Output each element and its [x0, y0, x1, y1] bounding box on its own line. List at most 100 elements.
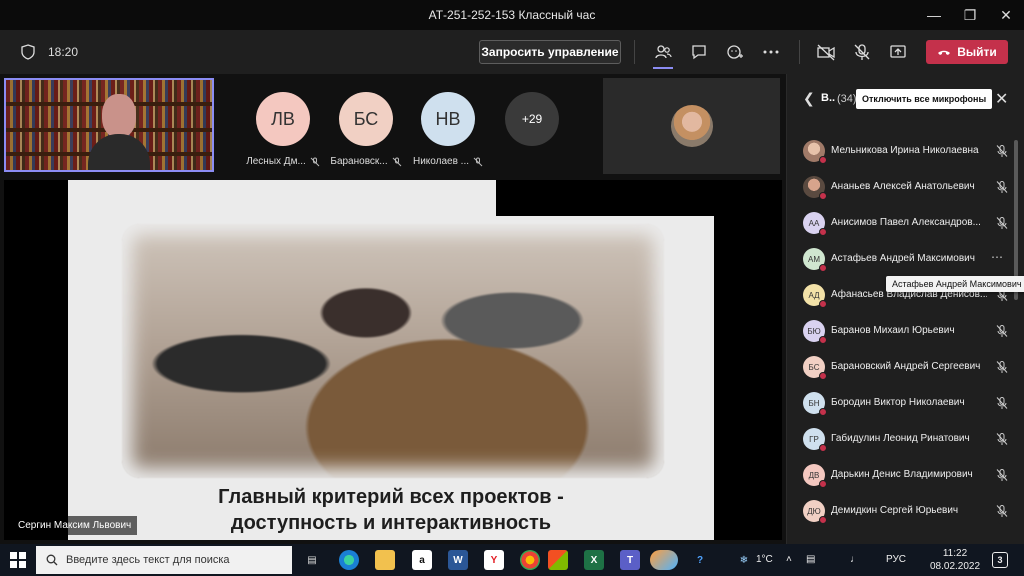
- title-bar: АТ-251-252-153 Классный час — ❐ ✕: [0, 0, 1024, 30]
- list-item[interactable]: ДВ Дарькин Денис Владимирович: [787, 458, 1024, 494]
- list-item[interactable]: БЮ Баранов Михаил Юрьевич: [787, 314, 1024, 350]
- teams-icon[interactable]: T: [620, 550, 640, 570]
- close-icon[interactable]: ✕: [988, 0, 1024, 30]
- restore-icon[interactable]: ❐: [952, 0, 988, 30]
- reactions-icon[interactable]: [723, 40, 747, 64]
- participant-name: Мельникова Ирина Николаевна: [831, 145, 979, 156]
- list-item[interactable]: АА Анисимов Павел Александров...: [787, 206, 1024, 242]
- amazon-icon[interactable]: a: [412, 550, 432, 570]
- share-screen-icon[interactable]: [886, 40, 910, 64]
- edge-icon[interactable]: [339, 550, 359, 570]
- camera-off-icon[interactable]: [814, 40, 838, 64]
- meeting-timer: 18:20: [48, 45, 79, 59]
- list-item[interactable]: Ананьев Алексей Анатольевич: [787, 170, 1024, 206]
- list-item[interactable]: АМ Астафьев Андрей Максимович ⋯: [787, 242, 1024, 278]
- participant-tile[interactable]: НВ Николаев ...: [411, 92, 485, 167]
- avatar-initials: АД: [808, 290, 820, 300]
- taskbar-search-box[interactable]: Введите здесь текст для поиска: [36, 546, 292, 574]
- list-item[interactable]: БС Барановский Андрей Сергеевич: [787, 350, 1024, 386]
- windows-taskbar: Введите здесь текст для поиска ▤ a W Y X…: [0, 544, 1024, 576]
- clock[interactable]: 11:22 08.02.2022: [930, 547, 980, 573]
- avatar: БН: [803, 392, 827, 416]
- mic-off-icon[interactable]: [850, 40, 874, 64]
- participant-name: Барановск...: [330, 156, 388, 167]
- avatar: БС: [803, 356, 827, 380]
- participant-list: Мельникова Ирина Николаевна Ананьев Алек…: [787, 134, 1024, 530]
- presenter-name-label: Сергин Максим Львович: [12, 516, 138, 535]
- store-icon[interactable]: [548, 550, 568, 570]
- weather-icon: ❄: [739, 554, 749, 566]
- language-indicator[interactable]: РУС: [886, 554, 906, 565]
- yandex-icon[interactable]: Y: [484, 550, 504, 570]
- participants-icon[interactable]: [651, 40, 675, 64]
- request-control-button[interactable]: Запросить управление: [479, 40, 621, 64]
- participant-name: Бородин Виктор Николаевич: [831, 397, 965, 408]
- self-video-tile[interactable]: [4, 78, 214, 172]
- volume-icon[interactable]: ♩: [850, 554, 860, 565]
- clock-date: 08.02.2022: [930, 561, 981, 572]
- list-item[interactable]: Мельникова Ирина Николаевна: [787, 134, 1024, 170]
- back-chevron-icon[interactable]: ❮: [803, 90, 815, 107]
- avatar: ДВ: [803, 464, 827, 488]
- slide-caption: Главный критерий всех проектов - доступн…: [68, 484, 714, 536]
- mic-off-icon: [392, 157, 401, 166]
- participant-name: Барановский Андрей Сергеевич: [831, 361, 981, 372]
- participant-name: Баранов Михаил Юрьевич: [831, 325, 955, 336]
- list-item[interactable]: ГР Габидулин Леонид Ринатович: [787, 422, 1024, 458]
- chat-icon[interactable]: [687, 40, 711, 64]
- participant-name: Лесных Дм...: [246, 156, 306, 167]
- excel-icon[interactable]: X: [584, 550, 604, 570]
- avatar-initials: БС: [808, 362, 820, 372]
- status-badge: [819, 480, 827, 488]
- slide-caption-line: Главный критерий всех проектов -: [218, 486, 564, 508]
- tray-chevron-icon[interactable]: ˄: [786, 554, 792, 565]
- participant-tile-label: Николаев ...: [413, 156, 483, 167]
- status-badge: [819, 444, 827, 452]
- app-icon[interactable]: [650, 550, 678, 570]
- participant-tile-label: Барановск...: [330, 156, 401, 167]
- shared-screen: Главный критерий всех проектов - доступн…: [4, 180, 782, 540]
- screen-overlay: [496, 180, 782, 216]
- status-badge: [819, 264, 827, 272]
- panel-title: В..: [821, 92, 836, 104]
- mute-all-button[interactable]: Отключить все микрофоны: [856, 89, 993, 109]
- participant-video-tile[interactable]: [603, 78, 780, 174]
- list-item[interactable]: ДЮ Демидкин Сергей Юрьевич: [787, 494, 1024, 530]
- help-icon[interactable]: ?: [690, 550, 710, 570]
- participant-tile[interactable]: ЛВ Лесных Дм...: [246, 92, 320, 167]
- close-icon[interactable]: ✕: [995, 89, 1008, 109]
- mic-off-icon: [996, 181, 1008, 193]
- toolbar-divider: [799, 40, 800, 64]
- temperature: 1°C: [756, 554, 773, 565]
- more-options-icon[interactable]: [759, 40, 783, 64]
- status-badge: [819, 228, 827, 236]
- avatar-initials: ГР: [809, 434, 819, 444]
- more-participants-button[interactable]: +29: [505, 92, 559, 146]
- task-view-icon[interactable]: ▤: [302, 550, 322, 570]
- meeting-stage: ЛВ Лесных Дм... БС Барановск... НВ Никол…: [0, 74, 786, 544]
- more-options-icon[interactable]: ⋯: [991, 250, 1003, 264]
- network-icon[interactable]: ▤: [806, 554, 815, 565]
- name-tooltip: Астафьев Андрей Максимович: [886, 276, 1024, 292]
- notifications-badge[interactable]: 3: [992, 552, 1008, 568]
- word-icon[interactable]: W: [448, 550, 468, 570]
- participant-name: Дарькин Денис Владимирович: [831, 469, 973, 480]
- participant-name: Габидулин Леонид Ринатович: [831, 433, 970, 444]
- minimize-icon[interactable]: —: [916, 0, 952, 30]
- avatar-initials: АА: [808, 218, 820, 228]
- participant-tile[interactable]: БС Барановск...: [329, 92, 403, 167]
- toolbar-divider: [634, 40, 635, 64]
- avatar: ГР: [803, 428, 827, 452]
- leave-button[interactable]: Выйти: [926, 40, 1008, 64]
- search-placeholder: Введите здесь текст для поиска: [66, 554, 230, 566]
- avatar: АМ: [803, 248, 827, 272]
- mic-off-icon: [996, 145, 1008, 157]
- windows-start-icon[interactable]: [10, 552, 26, 568]
- slide-caption-line: доступность и интерактивность: [230, 512, 552, 534]
- mic-off-icon: [996, 433, 1008, 445]
- list-item[interactable]: БН Бородин Виктор Николаевич: [787, 386, 1024, 422]
- chrome-icon[interactable]: [520, 550, 540, 570]
- avatar: [803, 140, 827, 164]
- file-explorer-icon[interactable]: [375, 550, 395, 570]
- panel-header: ❮ В.. (34) Отключить все микрофоны ✕: [787, 74, 1024, 122]
